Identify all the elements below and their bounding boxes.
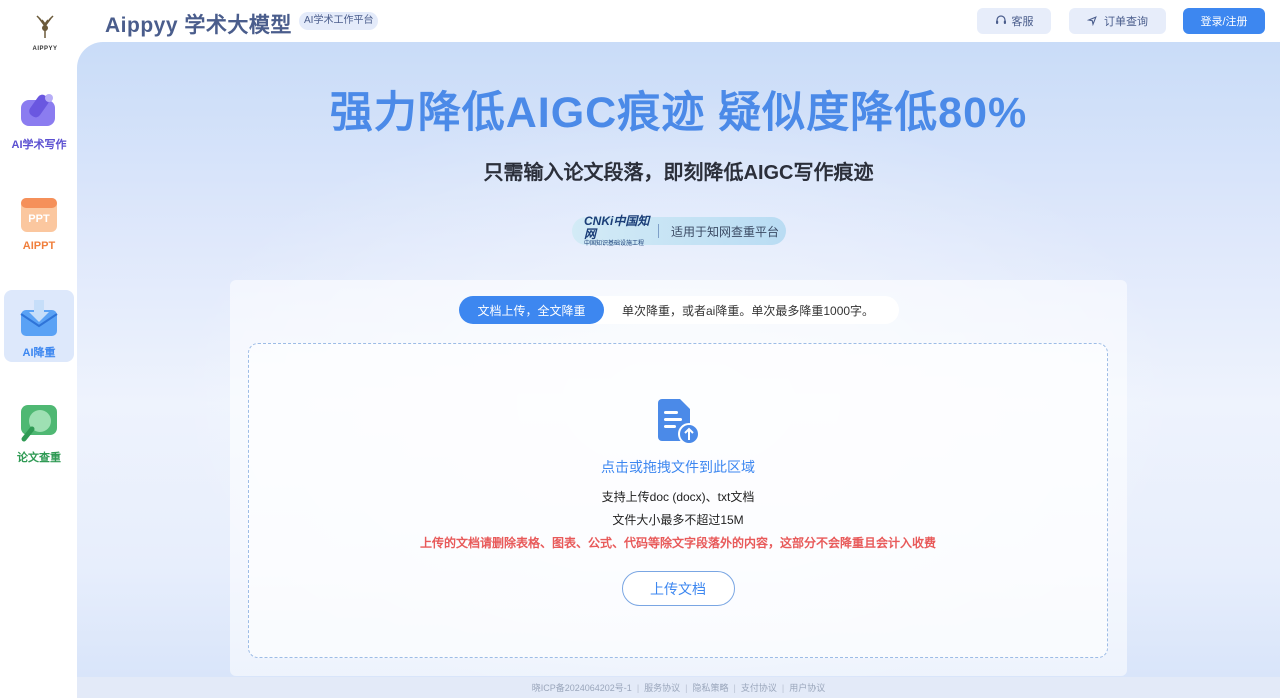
page-headline: 强力降低AIGC痕迹 疑似度降低80% bbox=[329, 89, 1028, 137]
logo[interactable]: AIPPYY bbox=[27, 14, 63, 54]
dropzone-title: 点击或拖拽文件到此区域 bbox=[601, 459, 755, 475]
file-upload-icon bbox=[656, 399, 700, 445]
footer-separator: | bbox=[733, 682, 736, 693]
upload-document-button[interactable]: 上传文档 bbox=[621, 571, 735, 606]
order-query-label: 订单查询 bbox=[1104, 16, 1148, 28]
sidebar-item-ai-writing[interactable]: AI学术写作 bbox=[4, 82, 74, 154]
customer-service-label: 客服 bbox=[1011, 16, 1034, 28]
footer: 晓ICP备2024064202号-1 | 服务协议 | 隐私策略 | 支付协议 … bbox=[77, 677, 1280, 698]
dropzone-format-hint: 支持上传doc (docx)、txt文档 bbox=[601, 490, 755, 504]
brand-title: Aippyy 学术大模型 bbox=[105, 14, 292, 37]
brand-badge: AI学术工作平台 bbox=[299, 12, 379, 30]
sidebar-item-label: AI学术写作 bbox=[11, 139, 67, 151]
dropzone-size-hint: 文件大小最多不超过15M bbox=[612, 513, 744, 527]
logo-icon bbox=[33, 14, 57, 46]
upload-card: 文档上传，全文降重 单次降重，或者ai降重。单次最多降重1000字。 点击或拖拽… bbox=[230, 280, 1127, 676]
page-subheadline: 只需输入论文段落，即刻降低AIGC写作痕迹 bbox=[483, 162, 874, 184]
cnki-badge: CNKi中国知网 中国知识基础设施工程 适用于知网查重平台 bbox=[572, 214, 786, 247]
magnifier-icon bbox=[19, 403, 59, 443]
footer-separator: | bbox=[685, 682, 688, 693]
sidebar-item-aippt[interactable]: PPT AIPPT bbox=[4, 186, 74, 258]
divider bbox=[658, 224, 659, 238]
mode-tabs: 文档上传，全文降重 单次降重，或者ai降重。单次最多降重1000字。 bbox=[459, 296, 899, 324]
footer-separator: | bbox=[781, 682, 785, 693]
download-mail-icon bbox=[19, 298, 59, 338]
svg-text:PPT: PPT bbox=[28, 213, 50, 225]
cnki-logo: CNKi中国知网 中国知识基础设施工程 bbox=[584, 214, 650, 247]
dropzone-warning: 上传的文档请删除表格、图表、公式、代码等除文字段落外的内容，这部分不会降重且会计… bbox=[419, 536, 936, 550]
footer-link-payment-agreement[interactable]: 支付协议 bbox=[741, 681, 777, 694]
rocket-icon bbox=[1086, 14, 1099, 29]
order-query-button[interactable]: 订单查询 bbox=[1069, 8, 1166, 34]
headset-icon bbox=[995, 14, 1007, 29]
customer-service-button[interactable]: 客服 bbox=[977, 8, 1051, 34]
cnki-text: 适用于知网查重平台 bbox=[671, 224, 780, 239]
sidebar-item-label: 论文查重 bbox=[17, 452, 61, 464]
sidebar-item-plagiarism-check[interactable]: 论文查重 bbox=[4, 395, 74, 467]
pen-icon bbox=[19, 90, 59, 130]
sidebar: AIPPYY AI学术写作 PPT AIPPT AI降重 论文查重 bbox=[0, 0, 77, 698]
ppt-icon: PPT bbox=[19, 194, 59, 234]
tab-description: 单次降重，或者ai降重。单次最多降重1000字。 bbox=[622, 303, 875, 318]
footer-link-user-agreement[interactable]: 用户协议 bbox=[789, 681, 825, 694]
footer-icp-link[interactable]: 晓ICP备2024064202号-1 bbox=[532, 681, 632, 694]
main-panel: 强力降低AIGC痕迹 疑似度降低80% 只需输入论文段落，即刻降低AIGC写作痕… bbox=[77, 42, 1280, 698]
login-register-button[interactable]: 登录/注册 bbox=[1183, 8, 1265, 34]
tab-document-upload[interactable]: 文档上传，全文降重 bbox=[459, 296, 604, 324]
file-dropzone[interactable]: 点击或拖拽文件到此区域 支持上传doc (docx)、txt文档 文件大小最多不… bbox=[248, 343, 1108, 658]
sidebar-item-label: AI降重 bbox=[22, 347, 56, 359]
sidebar-item-label: AIPPT bbox=[22, 240, 56, 252]
footer-separator: | bbox=[636, 682, 640, 693]
footer-link-privacy-policy[interactable]: 隐私策略 bbox=[693, 681, 729, 694]
logo-text: AIPPYY bbox=[32, 46, 58, 52]
cnki-logo-subtext: 中国知识基础设施工程 bbox=[584, 240, 645, 247]
sidebar-item-ai-rewrite[interactable]: AI降重 bbox=[4, 290, 74, 362]
cnki-logo-text: CNKi中国知网 bbox=[584, 213, 650, 241]
footer-link-service-agreement[interactable]: 服务协议 bbox=[644, 681, 680, 694]
